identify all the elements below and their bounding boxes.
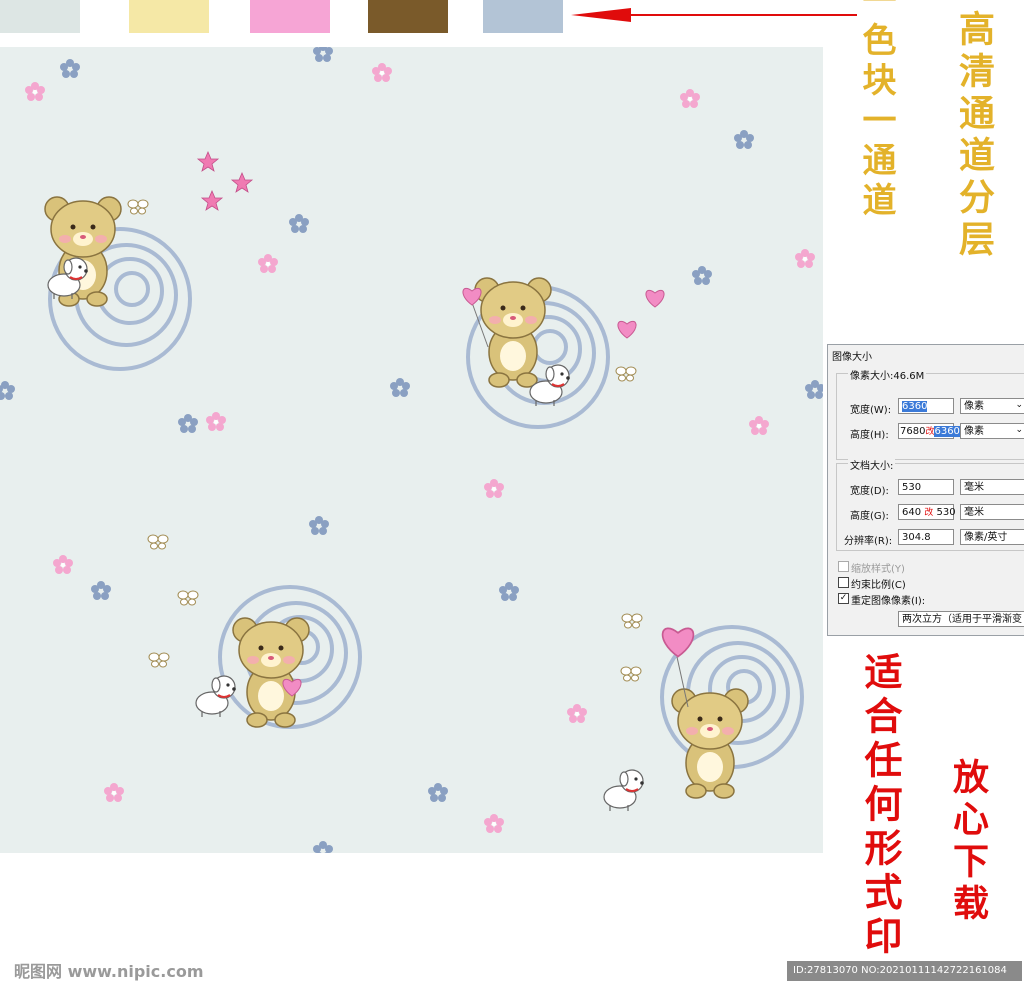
doc-width-label: 宽度(D): [850,486,889,497]
constrain-proportions-checkbox[interactable] [838,577,849,588]
width-label: 宽度(W): [850,405,892,416]
color-swatch-1 [0,0,80,33]
pixel-dimensions-group [836,373,1024,460]
color-swatch-4 [368,0,448,33]
resolution-label: 分辨率(R): [844,536,893,547]
doc-height-unit-select[interactable]: 毫米 [960,504,1024,520]
doc-height-label: 高度(G): [850,511,889,522]
watermark-text: 昵图网 www.nipic.com [14,962,204,981]
doc-size-label: 文档大小: [848,457,896,472]
resample-checkbox[interactable]: ✓ [838,593,849,604]
height-input[interactable]: 7680改6360 [898,423,960,439]
arrow-left-icon [571,8,857,22]
scale-styles-label: 缩放样式(Y) [851,564,905,575]
print-caption: 适合任何形式印 [858,652,903,960]
resolution-input[interactable]: 304.8 [898,529,954,545]
doc-width-unit-select[interactable]: 毫米 [960,479,1024,495]
color-swatch-2 [129,0,209,33]
wallpaper-pattern [0,47,823,853]
image-id-bar: ID:27813070 NO:20210111142722161084 [787,961,1022,981]
chevron-down-icon: ⌄ [1015,400,1023,410]
color-swatch-5 [483,0,563,33]
hd-layers-caption: 高清通道分层 [953,10,995,262]
resample-label: 重定图像像素(I): [851,596,926,607]
chevron-down-icon: ⌄ [1015,425,1023,435]
doc-width-input[interactable]: 530 [898,479,954,495]
color-swatch-3 [250,0,330,33]
height-label: 高度(H): [850,430,889,441]
dialog-title: 图像大小 [832,352,872,363]
download-caption: 放心下载 [947,758,989,926]
width-input[interactable]: 6360 [898,398,954,414]
pixel-size-label: 像素大小:46.6M [848,367,927,382]
width-unit-select[interactable]: 像素 ⌄ [960,398,1024,414]
doc-height-input[interactable]: 640 改 530 [898,504,956,520]
image-size-dialog: 图像大小 像素大小:46.6M 宽度(W): 6360 像素 ⌄ 高度(H): … [827,344,1024,636]
height-unit-select[interactable]: 像素 ⌄ [960,423,1024,439]
resolution-unit-select[interactable]: 像素/英寸 [960,529,1024,545]
resample-method-select[interactable]: 两次立方（适用于平滑渐变 [898,611,1024,627]
color-block-caption: 一色块一通道 [856,0,896,222]
constrain-label: 约束比例(C) [851,580,906,591]
scale-styles-checkbox[interactable] [838,561,849,572]
